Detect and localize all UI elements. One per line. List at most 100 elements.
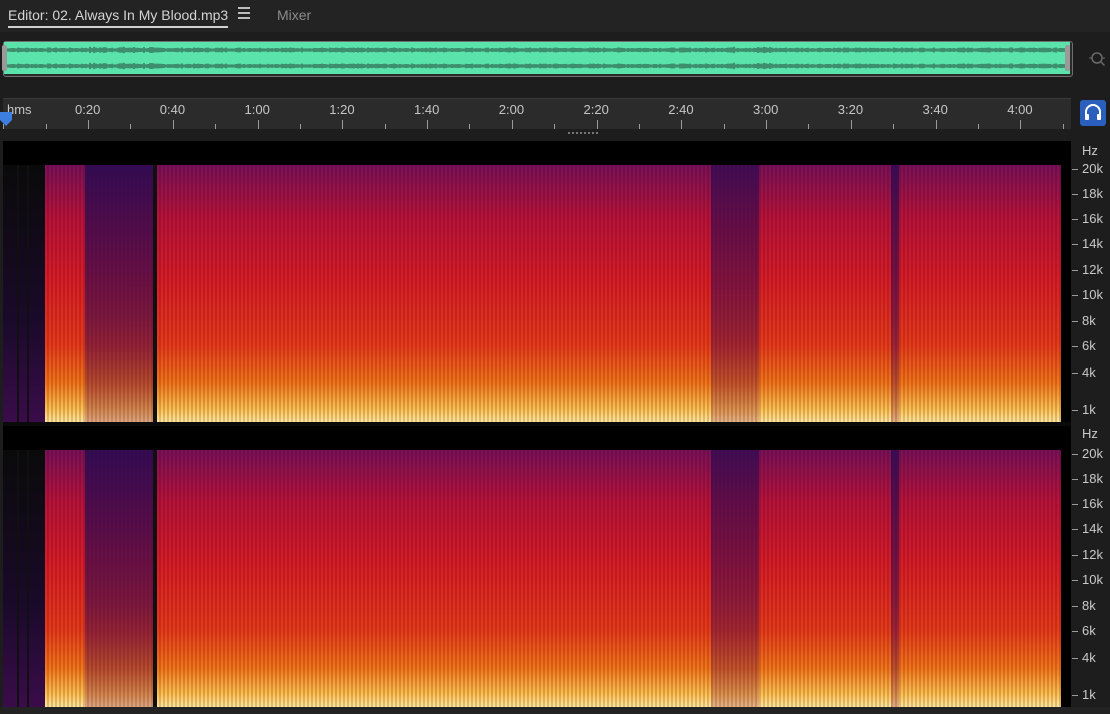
spectrogram-texture [45,165,1061,422]
ruler-time-label: 1:20 [329,102,355,117]
frequency-tick-label: 8k [1082,313,1096,328]
ruler-minor-tick [977,124,979,129]
frequency-tick-label: 14k [1082,521,1103,536]
spectrogram-dark-line [27,165,29,422]
ruler-time-label: 3:40 [922,102,948,117]
frequency-tick [1072,373,1078,374]
ruler-minor-tick [511,124,513,129]
spectrogram-dark-line [17,165,19,422]
spectrogram-channel-left[interactable] [3,141,1071,422]
spectrogram-quiet-region [85,450,155,707]
tab-editor-label: Editor: 02. Always In My Blood.mp3 [8,7,229,23]
hamburger-icon[interactable] [238,7,250,21]
overview-navigator[interactable] [0,36,1110,82]
spectrogram-quiet-region [85,165,155,422]
ruler-time-label: 1:00 [244,102,270,117]
frequency-tick-label: 1k [1082,687,1096,702]
spectrogram-quiet-region [891,165,899,422]
frequency-tick-label: 16k [1082,496,1103,511]
overview-left-handle[interactable] [2,45,7,71]
frequency-tick [1072,321,1078,322]
ruler-minor-tick [130,124,132,129]
frequency-tick [1072,454,1078,455]
spectrogram-channel-right[interactable] [3,426,1071,707]
ruler-time-label: 3:20 [837,102,864,117]
frequency-tick [1072,219,1078,220]
spectrogram-dark-line [153,450,157,707]
ruler-minor-tick [935,124,937,129]
frequency-tick [1072,410,1078,411]
ruler-minor-tick [215,124,217,129]
frequency-tick [1072,606,1078,607]
time-ruler[interactable]: hms 0:20 0:40 1:00 1:20 1:40 2:00 2:20 2:40 3:00… [3,98,1071,129]
frequency-tick [1072,658,1078,659]
ruler-time-label: 0:20 [75,102,101,117]
ruler-minor-tick [596,124,598,129]
frequency-tick [1072,244,1078,245]
spectrogram-dark-line [27,450,29,707]
panel-resize-grip[interactable] [568,132,598,136]
headphones-icon [1085,104,1101,120]
frequency-tick [1072,169,1078,170]
frequency-tick [1072,580,1078,581]
spectral-display[interactable] [3,141,1071,707]
spectrogram-dark-line [17,450,19,707]
active-tab-indicator [8,26,229,28]
spectrogram-texture [45,450,1061,707]
ruler-minor-tick [172,124,174,129]
tab-mixer[interactable]: Mixer [277,0,311,30]
playhead-marker-icon[interactable] [0,112,12,128]
frequency-tick [1072,555,1078,556]
frequency-tick-label: 4k [1082,650,1096,665]
spectrogram-quiet-region [711,165,759,422]
frequency-tick-label: 8k [1082,598,1096,613]
ruler-minor-tick [1062,124,1064,129]
tab-editor[interactable]: Editor: 02. Always In My Blood.mp3 [8,0,229,30]
frequency-tick-label: 6k [1082,338,1096,353]
ruler-time-label: 3:00 [753,102,779,117]
frequency-axis-left-channel: Hz 20k 18k 16k 14k 12k 10k 8k 6k 4k 1k [1072,141,1110,422]
spectrogram-quiet-region [711,450,759,707]
ruler-minor-tick [469,124,471,129]
overview-right-handle[interactable] [1065,45,1070,71]
ruler-minor-tick [766,124,767,129]
frequency-axis-right-channel: Hz 20k 18k 16k 14k 12k 10k 8k 6k 4k 1k [1072,426,1110,707]
spectrogram-leadin [3,450,45,707]
ruler-minor-tick [257,124,259,129]
frequency-tick [1072,270,1078,271]
zoom-magnifier-icon[interactable] [1088,50,1106,68]
frequency-tick [1072,504,1078,505]
spectrogram-quiet-region [891,450,899,707]
spectrogram-dark-line [153,165,157,422]
frequency-unit-label: Hz [1082,143,1098,158]
bottom-scroll-strip [0,707,1110,714]
ruler-minor-tick [427,124,428,129]
headphones-button[interactable] [1080,100,1106,126]
ruler-minor-tick [88,124,89,129]
frequency-tick-label: 6k [1082,623,1096,638]
frequency-tick-label: 16k [1082,211,1103,226]
frequency-tick [1072,529,1078,530]
ruler-time-label: 4:00 [1007,102,1033,117]
frequency-tick-label: 1k [1082,402,1096,417]
frequency-tick-label: 18k [1082,186,1103,201]
frequency-tick-label: 20k [1082,161,1103,176]
frequency-tick [1072,194,1078,195]
frequency-tick-label: 12k [1082,262,1103,277]
ruler-minor-tick [850,124,852,129]
ruler-minor-tick [384,124,386,129]
frequency-tick [1072,346,1078,347]
editor-tab-bar: Editor: 02. Always In My Blood.mp3 Mixer [0,0,1110,32]
frequency-tick-label: 18k [1082,471,1103,486]
frequency-tick-label: 14k [1082,236,1103,251]
ruler-time-label: 2:20 [583,102,609,117]
frequency-tick [1072,695,1078,696]
overview-waveform[interactable] [4,42,1070,74]
ruler-minor-tick [808,124,810,129]
ruler-time-label: 0:40 [159,102,186,117]
ruler-minor-tick [723,124,725,129]
frequency-tick-label: 10k [1082,287,1103,302]
frequency-tick [1072,631,1078,632]
ruler-time-label: 2:00 [498,102,525,117]
frequency-unit-label: Hz [1082,426,1098,441]
